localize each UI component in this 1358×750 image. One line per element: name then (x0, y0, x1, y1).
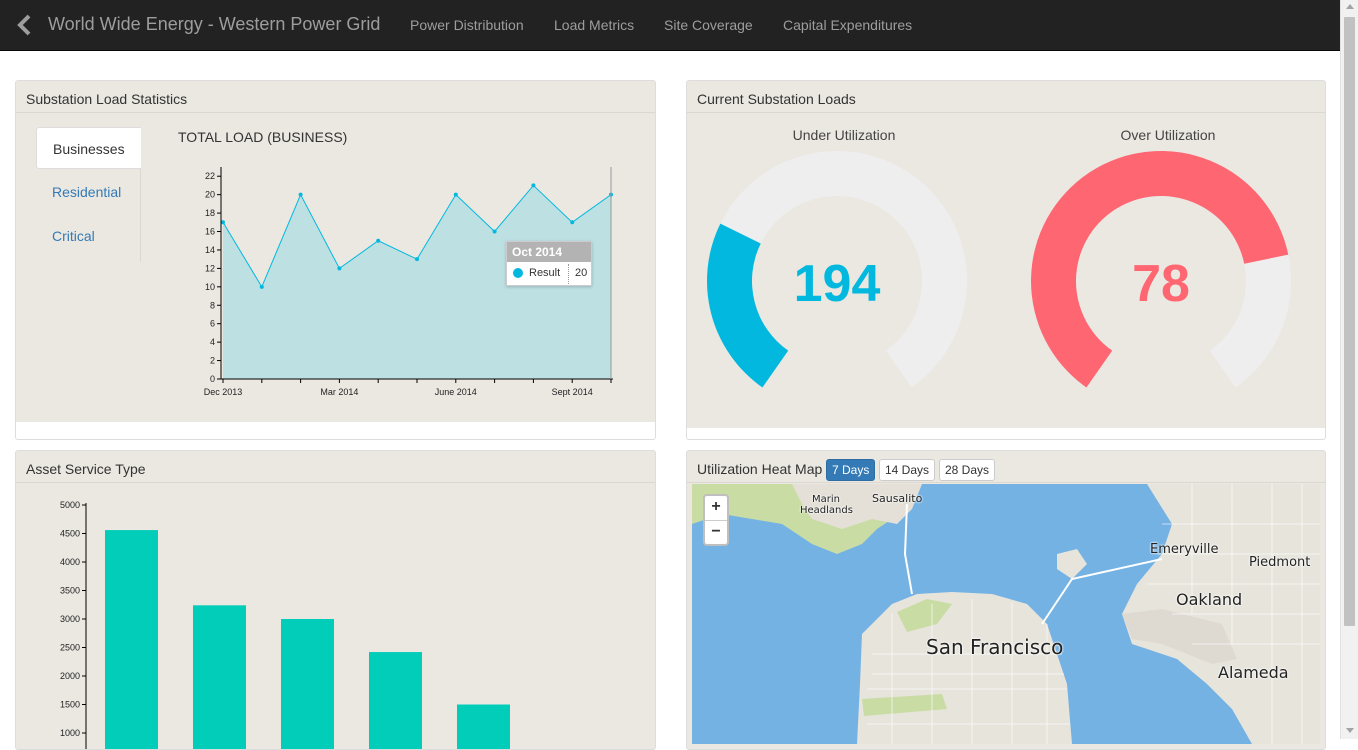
y-tick-label: 1500 (60, 700, 80, 710)
zoom-out-button[interactable]: − (705, 520, 727, 544)
y-tick-label: 1000 (60, 728, 80, 738)
x-tick-label: June 2014 (435, 387, 477, 397)
data-point (531, 183, 535, 187)
y-tick-label: 6 (210, 319, 215, 329)
data-point (221, 220, 225, 224)
gauge-value-under: 194 (737, 254, 937, 314)
x-tick-label: Dec 2013 (204, 387, 243, 397)
tooltip-value: 20 (575, 267, 587, 279)
nav-link-load-metrics[interactable]: Load Metrics (554, 17, 634, 33)
y-tick-label: 12 (205, 263, 215, 273)
san-francisco-land (857, 592, 1072, 744)
y-tick-label: 22 (205, 171, 215, 181)
nav-link-power-distribution[interactable]: Power Distribution (410, 17, 524, 33)
data-point (570, 220, 574, 224)
map-label-sausalito: Sausalito (872, 492, 922, 505)
map-label-san-francisco: San Francisco (926, 635, 1063, 659)
nav-link-capital-expenditures[interactable]: Capital Expenditures (783, 17, 912, 33)
top-navbar: World Wide Energy - Western Power Grid P… (0, 0, 1340, 51)
asset-service-bar-chart: 1000 1500 2000 2500 3000 3500 4000 4500 5000 (16, 451, 656, 750)
data-point (376, 239, 380, 243)
data-point (337, 266, 341, 270)
zoom-in-button[interactable]: + (705, 496, 727, 520)
bar (369, 652, 422, 750)
bar (105, 530, 158, 750)
data-point (454, 193, 458, 197)
x-tick-label: Sept 2014 (552, 387, 593, 397)
page-scrollbar[interactable] (1340, 0, 1358, 739)
chart-tooltip: Oct 2014 Result 20 (506, 241, 592, 286)
y-tick-label: 18 (205, 208, 215, 218)
tooltip-series-name: Result (529, 267, 560, 279)
x-tick-label: Mar 2014 (320, 387, 358, 397)
y-tick-label: 4 (210, 337, 215, 347)
panel-title: Utilization Heat Map (687, 451, 1325, 483)
treasure-island (1057, 549, 1087, 579)
map-label-alameda: Alameda (1218, 663, 1289, 682)
tooltip-date: Oct 2014 (507, 242, 591, 262)
data-point (493, 230, 497, 234)
y-tick-label: 2500 (60, 643, 80, 653)
map-label-emeryville: Emeryville (1150, 542, 1218, 557)
golden-gate-bridge (905, 504, 912, 594)
scroll-thumb[interactable] (1344, 17, 1355, 626)
y-tick-label: 10 (205, 282, 215, 292)
tooltip-divider (568, 264, 569, 284)
y-tick-label: 0 (210, 374, 215, 384)
y-tick-label: 5000 (60, 500, 80, 510)
scroll-up-arrow-icon[interactable] (1346, 4, 1354, 9)
panel-footer (16, 422, 655, 439)
brand-title[interactable]: World Wide Energy - Western Power Grid (48, 14, 380, 35)
map-label-oakland: Oakland (1176, 590, 1242, 609)
data-point (415, 257, 419, 261)
bar (281, 619, 334, 750)
data-point (299, 193, 303, 197)
y-tick-label: 4500 (60, 529, 80, 539)
range-7-days-button[interactable]: 7 Days (826, 459, 875, 481)
asset-service-panel: Asset Service Type 100015002000250030003… (15, 450, 656, 750)
y-tick-label: 4000 (60, 557, 80, 567)
data-point (260, 285, 264, 289)
utilization-gauges (687, 81, 1326, 421)
map-tiles (692, 484, 1320, 744)
map-label-piedmont: Piedmont (1249, 555, 1310, 570)
series-dot-icon (513, 268, 523, 278)
substation-loads-panel: Current Substation Loads Under Utilizati… (686, 80, 1326, 440)
y-tick-label: 3000 (60, 614, 80, 624)
panel-footer (687, 428, 1325, 439)
map-label-marin-headlands: Marin Headlands (800, 494, 852, 516)
range-14-days-button[interactable]: 14 Days (879, 459, 935, 481)
y-tick-label: 8 (210, 300, 215, 310)
bar (457, 705, 510, 750)
map-zoom-control: + − (703, 494, 729, 546)
y-tick-label: 16 (205, 227, 215, 237)
y-tick-label: 2 (210, 356, 215, 366)
heatmap-panel: Utilization Heat Map 7 Days 14 Days 28 D… (686, 450, 1326, 750)
y-tick-label: 2000 (60, 671, 80, 681)
y-tick-label: 14 (205, 245, 215, 255)
bay-area-map[interactable]: + − Marin Headlands Sausalito San Franci… (692, 484, 1320, 744)
substation-load-panel: Substation Load Statistics Businesses Re… (15, 80, 656, 440)
range-28-days-button[interactable]: 28 Days (939, 459, 995, 481)
y-tick-label: 3500 (60, 586, 80, 596)
gauge-value-over: 78 (1061, 254, 1261, 314)
scroll-down-arrow-icon[interactable] (1346, 728, 1354, 733)
nav-link-site-coverage[interactable]: Site Coverage (664, 17, 753, 33)
bar (193, 605, 246, 750)
y-tick-label: 20 (205, 190, 215, 200)
back-chevron-icon[interactable] (14, 13, 36, 37)
